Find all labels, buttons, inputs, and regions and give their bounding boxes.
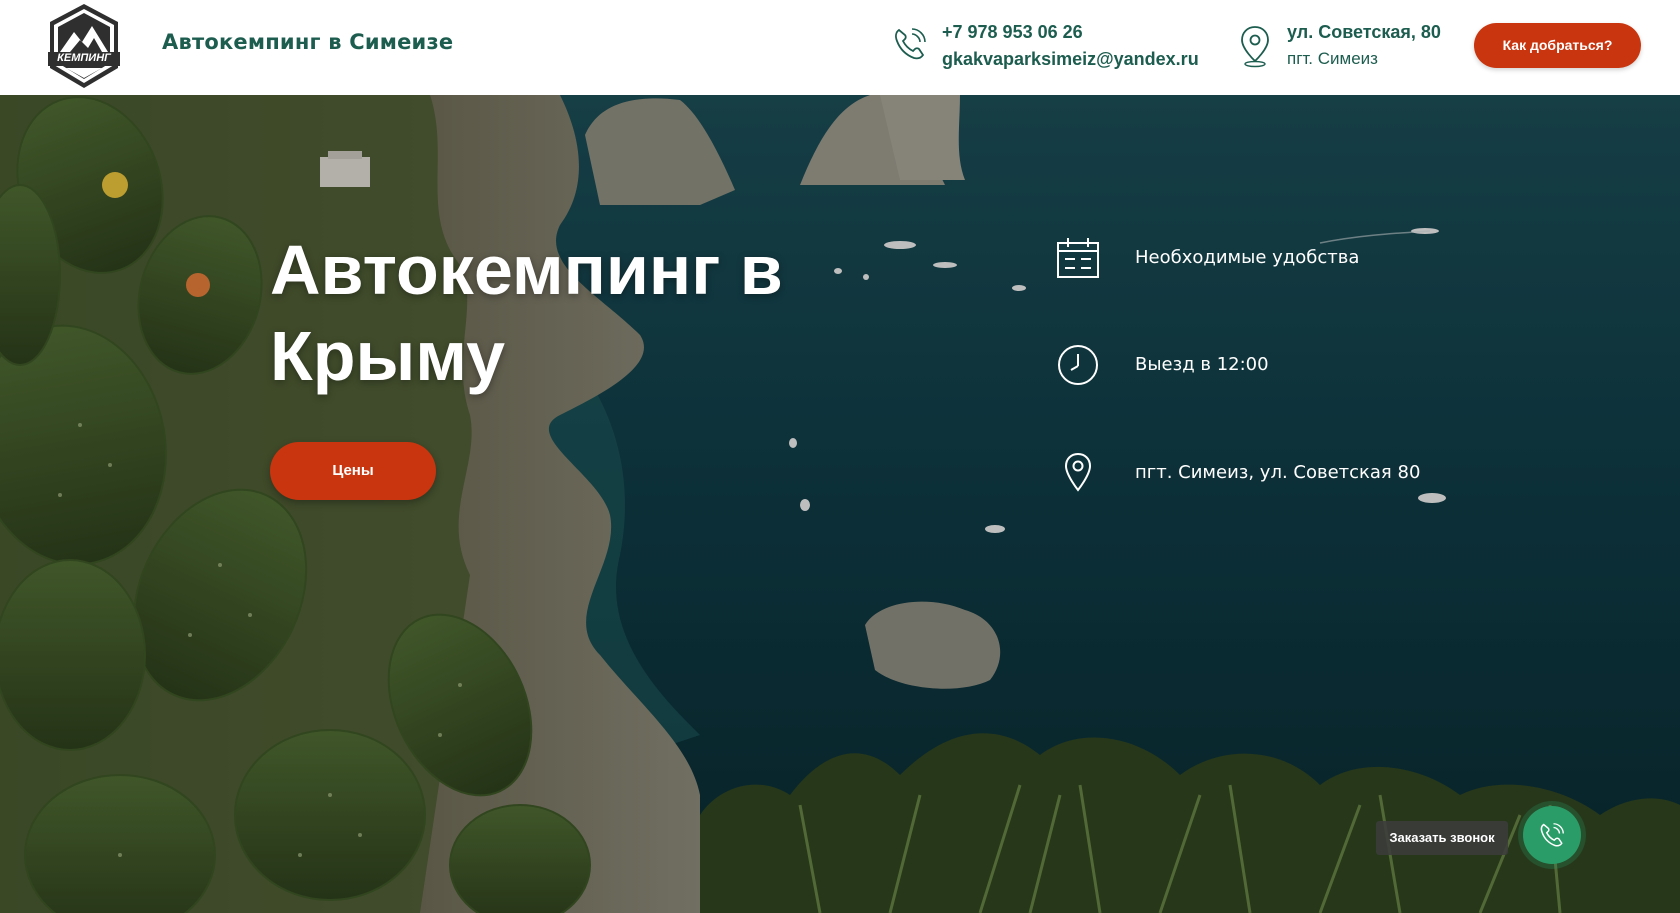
callback-button[interactable] (1523, 806, 1581, 864)
feature-text: Необходимые удобства (1135, 247, 1360, 268)
email-link[interactable]: gkakvaparksimeiz@yandex.ru (942, 49, 1199, 70)
callback-label[interactable]: Заказать звонок (1376, 821, 1508, 855)
hero-section: Автокемпинг в Крыму Цены Необходимые удо… (0, 95, 1680, 913)
address-street: ул. Советская, 80 (1287, 22, 1441, 42)
prices-button[interactable]: Цены (270, 442, 436, 500)
logo[interactable]: КЕМПИНГ (44, 2, 124, 90)
brand-title[interactable]: Автокемпинг в Симеизе (162, 30, 453, 54)
calendar-icon (1057, 238, 1099, 278)
feature-text: Выезд в 12:00 (1135, 354, 1269, 375)
feature-checkout: Выезд в 12:00 (1055, 342, 1575, 392)
site-header: КЕМПИНГ Автокемпинг в Симеизе +7 978 953… (0, 0, 1680, 95)
map-pin-icon (1064, 452, 1092, 492)
how-to-get-button[interactable]: Как добраться? (1474, 23, 1641, 68)
address-town: пгт. Симеиз (1287, 49, 1378, 68)
feature-address: пгт. Симеиз, ул. Советская 80 (1055, 450, 1575, 500)
hero-title: Автокемпинг в Крыму (270, 231, 783, 395)
hero-background-image (0, 95, 1680, 913)
clock-icon (1058, 345, 1098, 385)
feature-text: пгт. Симеиз, ул. Советская 80 (1135, 462, 1421, 483)
phone-icon (1540, 823, 1564, 847)
logo-text: КЕМПИНГ (57, 52, 111, 64)
feature-amenities: Необходимые удобства (1055, 235, 1575, 285)
map-pin-icon (1241, 26, 1269, 68)
phone-link[interactable]: +7 978 953 06 26 (942, 22, 1083, 43)
phone-icon (895, 28, 926, 60)
logo-badge-icon (48, 4, 120, 88)
